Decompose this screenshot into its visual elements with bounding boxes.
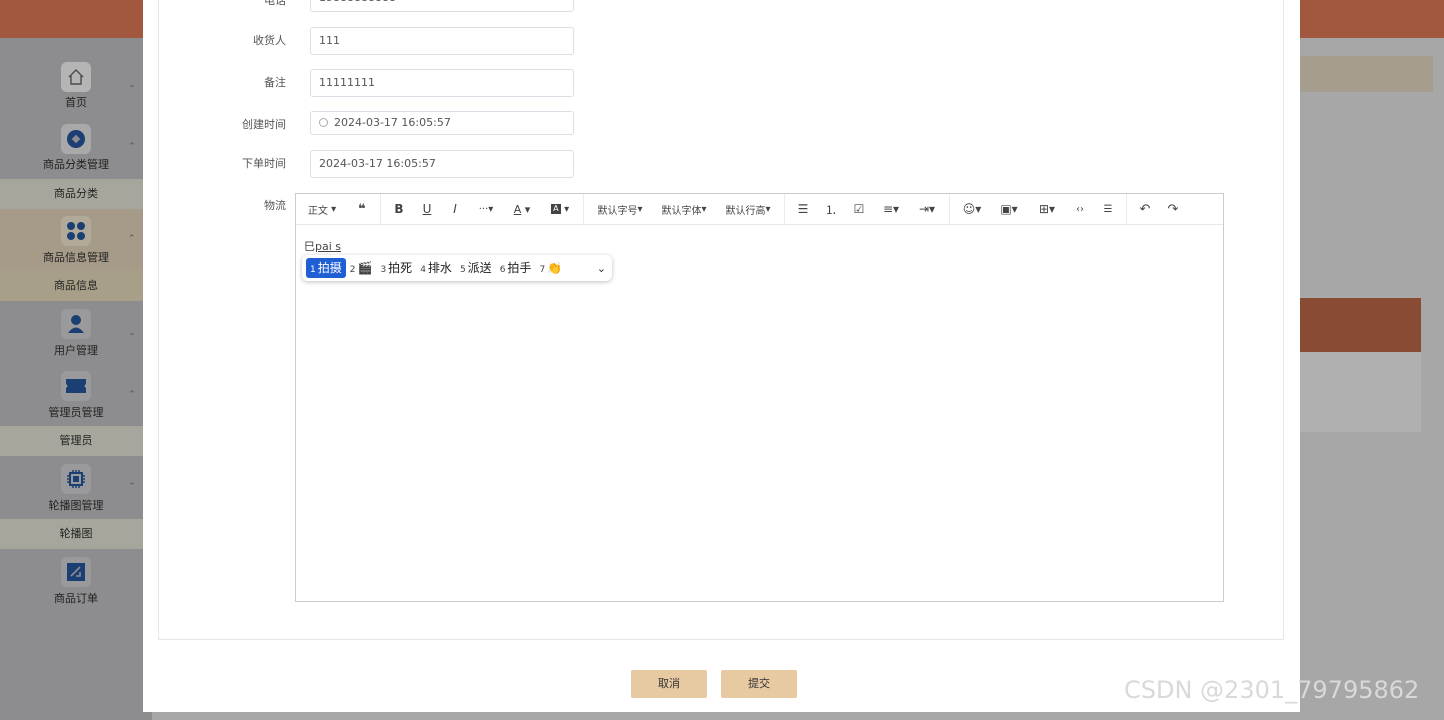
receiver-input[interactable]: 111 <box>310 27 574 55</box>
ime-candidate[interactable]: 4 排水 <box>416 258 456 278</box>
emoji-icon[interactable]: ☺▾ <box>954 194 990 225</box>
editor-content-prefix: 巳 <box>304 240 315 253</box>
align-icon[interactable]: ≡▾ <box>873 194 909 225</box>
background-banner <box>1300 56 1433 92</box>
chip-icon <box>61 464 91 494</box>
category-icon <box>61 124 91 154</box>
receiver-label: 收货人 <box>253 34 286 47</box>
chevron-down-icon: ⌄ <box>128 328 136 338</box>
code-icon[interactable]: ‹› <box>1066 194 1094 225</box>
remark-label: 备注 <box>264 76 286 89</box>
created-time-label: 创建时间 <box>242 118 286 131</box>
indent-icon[interactable]: ⇥▾ <box>909 194 945 225</box>
bold-icon[interactable]: B <box>385 194 413 225</box>
table-icon[interactable]: ⊞▾ <box>1028 194 1066 225</box>
sidebar-subitem-category[interactable]: 商品分类 <box>0 179 152 209</box>
sidebar-item-carousel-management[interactable]: 轮播图管理 <box>0 497 152 513</box>
chevron-up-icon: ⌃ <box>128 390 136 400</box>
order-icon <box>61 557 91 587</box>
editor-content[interactable]: 巳pai s <box>304 238 341 254</box>
sidebar-subitem-carousel[interactable]: 轮播图 <box>0 519 152 549</box>
remark-input[interactable]: 11111111 <box>310 69 574 97</box>
grid-icon <box>61 216 91 246</box>
sidebar-item-orders[interactable]: 商品订单 <box>0 590 152 606</box>
sidebar-subitem-admin[interactable]: 管理员 <box>0 426 152 456</box>
toolbar-divider <box>583 193 584 225</box>
watermark: CSDN @2301_79795862 <box>1124 676 1420 704</box>
chevron-up-icon: ⌃ <box>128 482 136 492</box>
ime-candidate-window: 1 拍摄 2 🎬 3 拍死 4 排水 5 派送 6 拍手 7 👏 ⌄ <box>302 255 612 281</box>
redo-icon[interactable]: ↷ <box>1159 194 1187 225</box>
clapperboard-emoji: 🎬 <box>357 261 373 275</box>
sidebar-item-category-management[interactable]: 商品分类管理 <box>0 156 152 172</box>
sidebar-item-user-management[interactable]: 用户管理 <box>0 342 152 358</box>
editor-toolbar: 正文 ▾ ❝ B U I ···▾ A ▾ A ▾ 默认字号 ▾ 默认字体 ▾ 默认… <box>296 193 1223 225</box>
submit-button[interactable]: 提交 <box>721 670 797 698</box>
ime-candidate[interactable]: 6 拍手 <box>496 258 536 278</box>
font-family-dropdown[interactable]: 默认字体 ▾ <box>652 194 716 225</box>
ticket-icon <box>61 371 91 401</box>
line-height-dropdown[interactable]: 默认行高 ▾ <box>716 194 780 225</box>
clapping-emoji: 👏 <box>547 261 563 275</box>
order-time-label: 下单时间 <box>242 157 286 170</box>
image-icon[interactable]: ▣▾ <box>990 194 1028 225</box>
user-icon <box>61 309 91 339</box>
clock-icon <box>319 118 328 127</box>
chevron-down-icon[interactable]: ⌄ <box>597 262 606 275</box>
cancel-button[interactable]: 取消 <box>631 670 707 698</box>
toolbar-divider <box>784 193 785 225</box>
divider-line-icon[interactable]: ☰ <box>1094 194 1122 225</box>
bullet-list-icon[interactable]: ☰ <box>789 194 817 225</box>
toolbar-divider <box>380 193 381 225</box>
background-header-block <box>1300 298 1421 352</box>
ime-candidate[interactable]: 2 🎬 <box>346 258 377 278</box>
phone-label: 电话 <box>264 0 286 7</box>
order-form: 电话 19888888888 收货人 111 备注 11111111 创建时间 … <box>158 0 1284 640</box>
ime-composition-text: pai s <box>315 240 342 253</box>
chevron-up-icon: ⌃ <box>128 142 136 152</box>
paragraph-dropdown[interactable]: 正文 ▾ <box>296 194 348 225</box>
created-time-value: 2024-03-17 16:05:57 <box>334 116 451 129</box>
italic-icon[interactable]: I <box>441 194 469 225</box>
order-time-input[interactable]: 2024-03-17 16:05:57 <box>310 150 574 178</box>
logistics-label: 物流 <box>264 199 286 212</box>
chevron-down-icon: ⌄ <box>128 80 136 90</box>
more-icon[interactable]: ···▾ <box>469 194 503 225</box>
background-color-icon[interactable]: A ▾ <box>541 194 579 225</box>
quote-icon[interactable]: ❝ <box>348 194 376 225</box>
font-color-icon[interactable]: A ▾ <box>503 194 541 225</box>
ime-candidate[interactable]: 5 派送 <box>456 258 496 278</box>
ime-candidate[interactable]: 7 👏 <box>535 258 566 278</box>
undo-icon[interactable]: ↶ <box>1131 194 1159 225</box>
toolbar-divider <box>949 193 950 225</box>
ime-candidate[interactable]: 3 拍死 <box>376 258 416 278</box>
todo-checkbox-icon[interactable]: ☑ <box>845 194 873 225</box>
sidebar-item-home[interactable]: 首页 <box>0 94 152 110</box>
toolbar-divider <box>1126 193 1127 225</box>
numbered-list-icon[interactable]: ⒈ <box>817 194 845 225</box>
sidebar: 首页 ⌄ 商品分类管理 ⌃ 商品分类 商品信息管理 ⌃ 商品信息 用户管理 ⌄ … <box>0 38 152 720</box>
sidebar-subitem-product-info[interactable]: 商品信息 <box>0 271 152 301</box>
underline-icon[interactable]: U <box>413 194 441 225</box>
sidebar-item-product-management[interactable]: 商品信息管理 <box>0 249 152 265</box>
edit-order-dialog: 电话 19888888888 收货人 111 备注 11111111 创建时间 … <box>143 0 1300 712</box>
phone-input[interactable]: 19888888888 <box>310 0 574 12</box>
created-time-picker[interactable]: 2024-03-17 16:05:57 <box>310 111 574 135</box>
logistics-editor: 正文 ▾ ❝ B U I ···▾ A ▾ A ▾ 默认字号 ▾ 默认字体 ▾ 默认… <box>295 193 1224 602</box>
home-icon <box>61 62 91 92</box>
background-card <box>1300 352 1421 432</box>
font-size-dropdown[interactable]: 默认字号 ▾ <box>588 194 652 225</box>
chevron-up-icon: ⌃ <box>128 234 136 244</box>
ime-candidate[interactable]: 1 拍摄 <box>306 258 346 278</box>
sidebar-item-admin-management[interactable]: 管理员管理 <box>0 404 152 420</box>
